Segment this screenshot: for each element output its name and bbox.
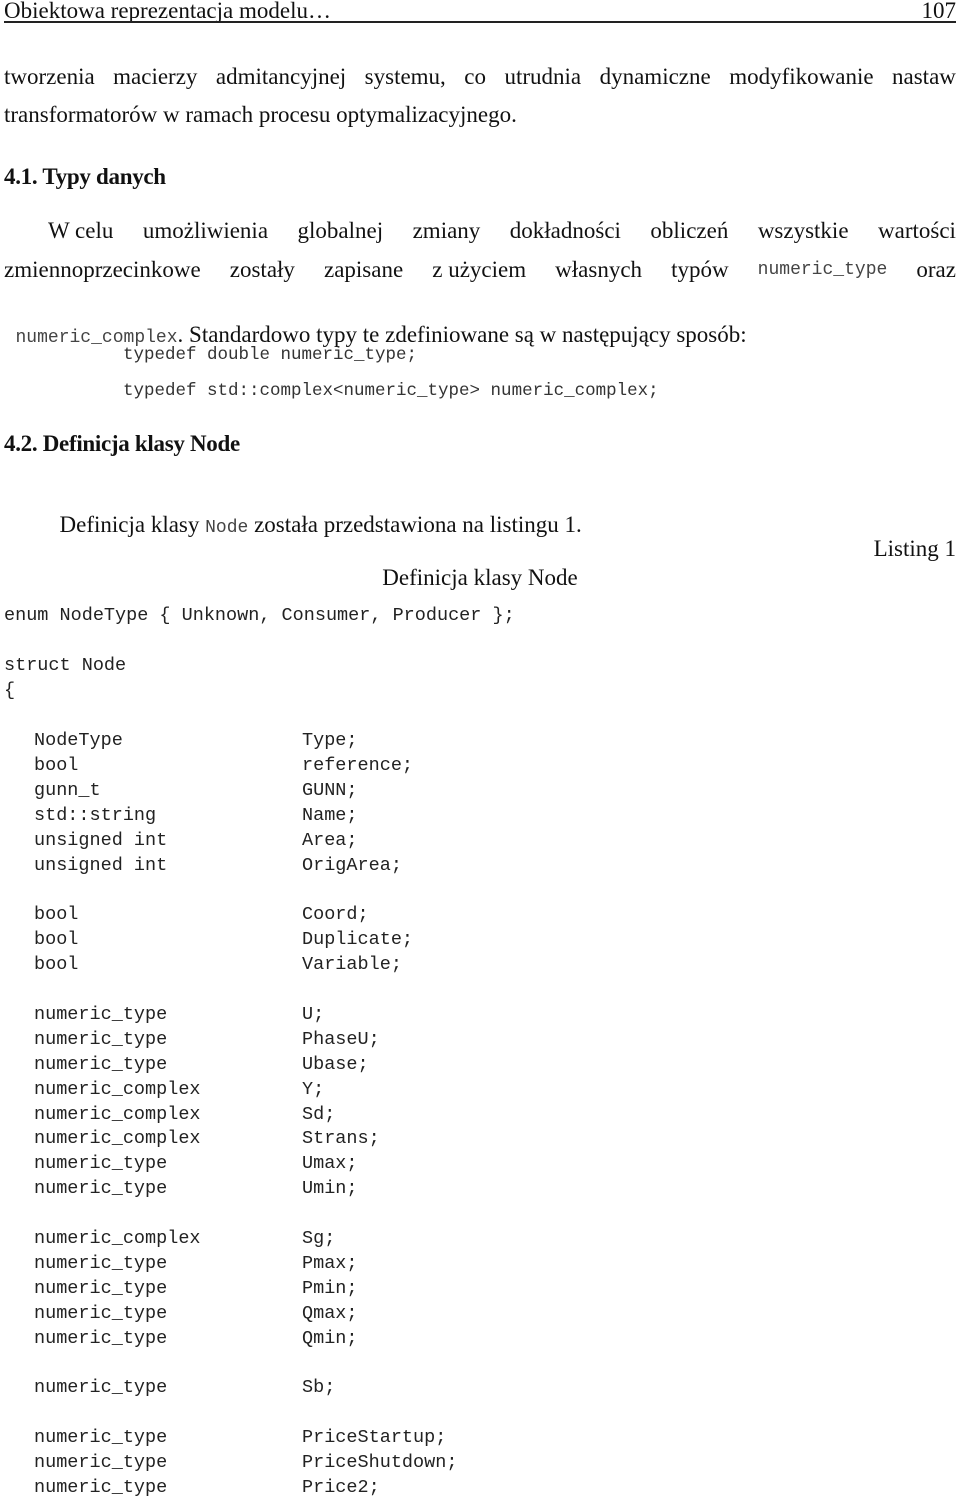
- word: wszystkie: [757, 218, 849, 243]
- member-name: Price2;: [302, 1477, 380, 1498]
- member-name: Ubase;: [302, 1053, 369, 1075]
- word: zmiany: [412, 218, 481, 243]
- inline-code-node: Node: [205, 518, 249, 538]
- member-type: numeric_complex: [34, 1103, 201, 1125]
- member-name: Umin;: [302, 1178, 358, 1200]
- member-type: bool: [34, 904, 79, 926]
- member-name: OrigArea;: [302, 854, 402, 876]
- word: co: [464, 64, 486, 89]
- word: globalnej: [297, 218, 384, 243]
- member-type: numeric_complex: [34, 1128, 201, 1150]
- member-name: Name;: [302, 804, 358, 826]
- typedef-numeric-type: typedef double numeric_type;: [123, 345, 418, 365]
- member-type: unsigned int: [34, 829, 168, 851]
- member-name: PriceStartup;: [302, 1427, 447, 1449]
- word: typów: [671, 257, 729, 282]
- member-type: numeric_type: [34, 1252, 168, 1274]
- member-name: Coord;: [302, 904, 369, 926]
- member-type: numeric_type: [34, 1028, 168, 1050]
- member-name: Qmax;: [302, 1302, 358, 1324]
- member-type: numeric_type: [34, 1452, 168, 1474]
- word: W celu: [48, 218, 114, 243]
- member-type: numeric_type: [34, 1153, 168, 1175]
- word: zmiennoprzecinkowe: [4, 257, 201, 282]
- word: modyfikowanie: [729, 64, 874, 89]
- member-name: Pmax;: [302, 1252, 358, 1274]
- word: dynamiczne: [599, 64, 711, 89]
- member-name: Sb;: [302, 1377, 336, 1399]
- code-open-brace: {: [4, 680, 16, 701]
- member-name: Y;: [302, 1078, 325, 1100]
- member-type: numeric_type: [34, 1377, 168, 1399]
- member-name: Umax;: [302, 1153, 358, 1175]
- member-name: U;: [302, 1003, 325, 1025]
- inline-code-numeric-type: numeric_type: [757, 260, 888, 280]
- section-heading-4-1: 4.1. Typy danych: [4, 164, 166, 189]
- member-type: NodeType: [34, 730, 123, 751]
- paragraph-4-1-line-3: numeric_complex. Standardowo typy te zde…: [4, 296, 747, 348]
- typedef-numeric-complex: typedef std::complex<numeric_type> numer…: [123, 381, 659, 401]
- member-type: numeric_type: [34, 1327, 168, 1349]
- member-type: gunn_t: [34, 779, 101, 801]
- word: obliczeń: [650, 218, 729, 243]
- member-type: std::string: [34, 804, 157, 826]
- member-type: numeric_type: [34, 1003, 168, 1025]
- code-enum-line: enum NodeType { Unknown, Consumer, Produ…: [4, 605, 515, 626]
- word: systemu,: [364, 64, 446, 89]
- member-name: Strans;: [302, 1128, 380, 1150]
- word: utrudnia: [504, 64, 582, 89]
- paragraph-text: . Standardowo typy te zdefiniowane są w …: [177, 322, 747, 347]
- member-name: Qmin;: [302, 1327, 358, 1349]
- word: własnych: [555, 257, 643, 282]
- member-name: Duplicate;: [302, 929, 414, 951]
- member-name: Pmin;: [302, 1277, 358, 1299]
- member-name: Type;: [302, 730, 358, 751]
- intro-line-1: tworzenia macierzy admitancyjnej systemu, co…: [4, 64, 956, 90]
- word: macierzy: [113, 64, 198, 89]
- word: tworzenia: [4, 64, 95, 89]
- member-type: bool: [34, 929, 79, 951]
- word: admitancyjnej: [215, 64, 347, 89]
- member-name: Sd;: [302, 1103, 336, 1125]
- member-name: PhaseU;: [302, 1028, 380, 1050]
- word: oraz: [916, 257, 956, 282]
- paragraph-text: została przedstawiona na listingu 1.: [248, 512, 582, 537]
- member-type: numeric_type: [34, 1427, 168, 1449]
- member-type: bool: [34, 754, 79, 776]
- paragraph-4-2: Definicja klasy Node została przedstawio…: [48, 486, 582, 538]
- listing-number: Listing 1: [873, 536, 956, 561]
- word: dokładności: [509, 218, 621, 243]
- member-type: numeric_type: [34, 1477, 168, 1498]
- member-type: numeric_type: [34, 1053, 168, 1075]
- member-type: numeric_type: [34, 1178, 168, 1200]
- section-heading-4-2: 4.2. Definicja klasy Node: [4, 431, 240, 456]
- member-type: numeric_complex: [34, 1078, 201, 1100]
- word: zostały: [229, 257, 295, 282]
- word: z użyciem: [432, 257, 527, 282]
- member-type: numeric_type: [34, 1277, 168, 1299]
- word: wartości: [878, 218, 956, 243]
- member-name: Area;: [302, 829, 358, 851]
- word: nastaw: [892, 64, 956, 89]
- code-struct-line: struct Node: [4, 655, 127, 676]
- member-name: GUNN;: [302, 779, 358, 801]
- paragraph-text: Definicja klasy: [59, 512, 206, 537]
- paragraph-4-1-line-2: zmiennoprzecinkowe zostały zapisane z użyci…: [4, 257, 956, 283]
- member-name: Sg;: [302, 1228, 336, 1249]
- member-type: numeric_type: [34, 1302, 168, 1324]
- word: zapisane: [323, 257, 404, 282]
- member-type: bool: [34, 954, 79, 976]
- intro-line-2: transformatorów w ramach procesu optymal…: [4, 102, 517, 127]
- member-name: reference;: [302, 754, 414, 776]
- header-rule: [4, 21, 956, 23]
- word: umożliwienia: [142, 218, 269, 243]
- member-name: Variable;: [302, 954, 402, 976]
- member-type: unsigned int: [34, 854, 168, 876]
- listing-caption: Definicja klasy Node: [382, 565, 578, 590]
- member-type: numeric_complex: [34, 1228, 201, 1249]
- member-name: PriceShutdown;: [302, 1452, 458, 1474]
- paragraph-4-1-line-1: W celu umożliwienia globalnej zmiany dokładn…: [48, 218, 956, 244]
